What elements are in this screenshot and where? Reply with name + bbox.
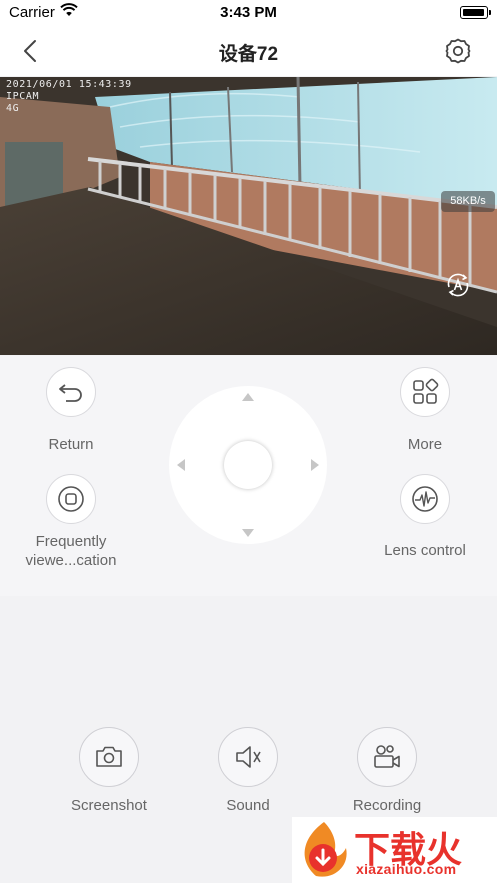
waveform-icon — [412, 486, 438, 512]
sound-button[interactable] — [218, 727, 278, 787]
arrow-right-icon[interactable] — [311, 459, 319, 471]
recording-label: Recording — [352, 797, 422, 814]
page-title: 设备72 — [218, 44, 279, 65]
nav-bar: 设备72 — [0, 26, 497, 76]
more-button[interactable] — [400, 367, 450, 417]
record-stop-icon — [58, 486, 84, 512]
status-time: 3:43 PM — [220, 4, 277, 21]
bitrate-badge: 58KB/s — [441, 191, 495, 212]
lens-control-button[interactable] — [400, 474, 450, 524]
return-button[interactable] — [46, 367, 96, 417]
recording-button[interactable] — [357, 727, 417, 787]
arrow-down-icon[interactable] — [242, 529, 254, 537]
video-osd: 2021/06/01 15:43:39 IPCAM 4G — [6, 79, 132, 115]
frequently-viewed-label: Frequently viewe...cation — [25, 533, 117, 569]
speaker-muted-icon — [236, 746, 261, 768]
video-camera-icon — [374, 745, 400, 768]
status-bar: Carrier 3:43 PM — [0, 0, 497, 26]
watermark: 下载火 xiazaihuo.com — [292, 817, 497, 883]
arrow-left-icon[interactable] — [177, 459, 185, 471]
more-label: More — [407, 436, 443, 453]
screenshot-button[interactable] — [79, 727, 139, 787]
watermark-url: xiazaihuo.com — [356, 861, 457, 877]
lens-control-label: Lens control — [384, 542, 466, 559]
osd-camera-name: IPCAM — [6, 91, 40, 102]
battery-icon — [460, 6, 491, 19]
return-icon — [59, 384, 82, 402]
joystick-knob[interactable] — [224, 441, 272, 489]
camera-icon — [96, 746, 122, 767]
osd-timestamp: 2021/06/01 15:43:39 — [6, 79, 132, 90]
video-feed[interactable]: 2021/06/01 15:43:39 IPCAM 4G 58KB/s — [0, 77, 497, 355]
return-label: Return — [48, 436, 94, 453]
ptz-joystick[interactable] — [169, 386, 327, 544]
apps-grid-icon — [413, 378, 439, 404]
sound-label: Sound — [226, 797, 270, 814]
frequently-viewed-button[interactable] — [46, 474, 96, 524]
screenshot-label: Screenshot — [71, 797, 147, 814]
osd-network: 4G — [6, 103, 20, 114]
auto-rotate-icon[interactable] — [444, 271, 472, 299]
arrow-up-icon[interactable] — [242, 393, 254, 401]
gear-icon[interactable] — [444, 37, 472, 65]
flame-logo-icon — [304, 822, 347, 877]
camera-scene-image — [0, 77, 497, 355]
